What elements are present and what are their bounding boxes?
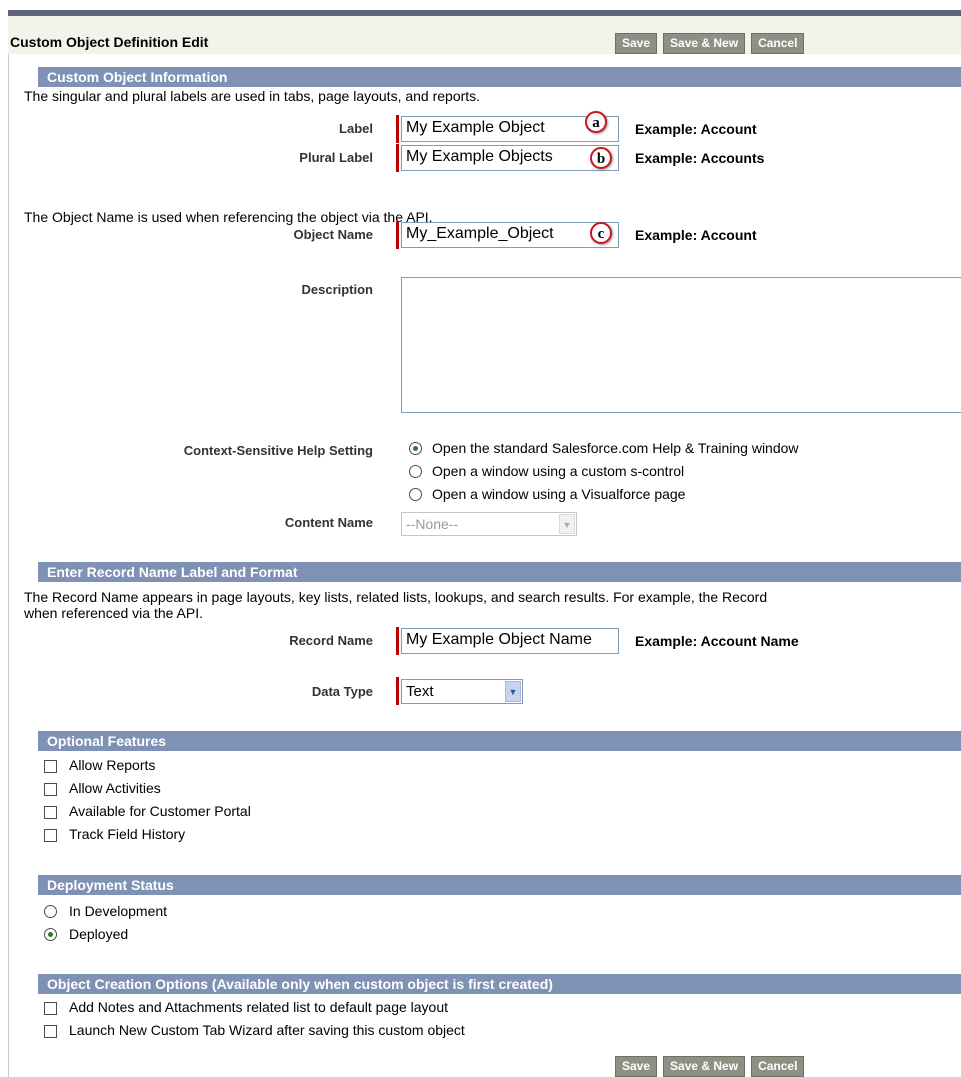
- description-field-label: Description: [301, 282, 373, 297]
- deployed-radio[interactable]: [44, 928, 57, 941]
- record-name-example: Example: Account Name: [635, 633, 799, 649]
- section-object-creation-options: Object Creation Options (Available only …: [38, 974, 961, 994]
- track-field-history-checkbox[interactable]: [44, 829, 57, 842]
- bottom-button-bar: Save Save & New Cancel: [615, 1056, 805, 1077]
- help-option-standard-radio[interactable]: [409, 442, 422, 455]
- object-name-input[interactable]: My_Example_Object: [401, 222, 619, 248]
- data-type-select[interactable]: Text ▼: [401, 679, 523, 704]
- plural-label-field-label: Plural Label: [299, 150, 373, 165]
- page-title: Custom Object Definition Edit: [10, 34, 209, 50]
- checkbox-label: Launch New Custom Tab Wizard after savin…: [69, 1022, 465, 1038]
- record-name-intro: The Record Name appears in page layouts,…: [24, 589, 768, 605]
- content-name-label: Content Name: [284, 515, 373, 530]
- section-deployment-status: Deployment Status: [38, 875, 961, 895]
- section-record-name: Enter Record Name Label and Format: [38, 562, 961, 582]
- checkbox-label: Available for Customer Portal: [69, 803, 251, 819]
- data-type-label: Data Type: [311, 684, 373, 699]
- allow-reports-checkbox[interactable]: [44, 760, 57, 773]
- plural-label-input[interactable]: My Example Objects: [401, 145, 619, 171]
- launch-tab-wizard-checkbox[interactable]: [44, 1025, 57, 1038]
- checkbox-label: Track Field History: [69, 826, 186, 842]
- customer-portal-checkbox[interactable]: [44, 806, 57, 819]
- api-intro-text: The Object Name is used when referencing…: [24, 209, 433, 225]
- content-name-select[interactable]: --None-- ▼: [401, 512, 577, 536]
- section-custom-object-information: Custom Object Information: [38, 67, 961, 87]
- record-name-input[interactable]: My Example Object Name: [401, 628, 619, 654]
- help-option-label: Open a window using a custom s-control: [432, 463, 685, 479]
- save-and-new-button[interactable]: Save & New: [663, 33, 746, 54]
- save-and-new-button[interactable]: Save & New: [663, 1056, 746, 1077]
- plural-label-example: Example: Accounts: [635, 150, 765, 166]
- allow-activities-checkbox[interactable]: [44, 783, 57, 796]
- required-marker: [396, 115, 399, 143]
- top-button-bar: Save Save & New Cancel: [615, 33, 805, 54]
- object-name-field-label: Object Name: [293, 227, 373, 242]
- required-marker: [396, 677, 399, 705]
- checkbox-label: Allow Reports: [69, 757, 156, 773]
- chevron-down-icon: ▼: [505, 681, 521, 702]
- add-notes-checkbox[interactable]: [44, 1002, 57, 1015]
- label-example: Example: Account: [635, 121, 757, 137]
- object-name-example: Example: Account: [635, 227, 757, 243]
- cancel-button[interactable]: Cancel: [751, 1056, 805, 1077]
- radio-label: In Development: [69, 903, 168, 919]
- label-field-label: Label: [339, 121, 373, 136]
- content-name-value: --None--: [406, 516, 459, 532]
- required-marker: [396, 221, 399, 249]
- help-option-label: Open the standard Salesforce.com Help & …: [432, 440, 799, 456]
- data-type-value: Text: [406, 683, 434, 700]
- help-setting-label: Context-Sensitive Help Setting: [183, 443, 373, 458]
- checkbox-label: Add Notes and Attachments related list t…: [69, 999, 449, 1015]
- cancel-button[interactable]: Cancel: [751, 33, 805, 54]
- help-option-label: Open a window using a Visualforce page: [432, 486, 686, 502]
- callout-a: a: [585, 111, 607, 133]
- help-option-scontrol-radio[interactable]: [409, 465, 422, 478]
- radio-label: Deployed: [69, 926, 129, 942]
- save-button[interactable]: Save: [615, 1056, 658, 1077]
- callout-c: c: [590, 222, 612, 244]
- in-development-radio[interactable]: [44, 905, 57, 918]
- chevron-down-icon: ▼: [559, 514, 575, 534]
- labels-intro-text: The singular and plural labels are used …: [24, 88, 481, 104]
- checkbox-label: Allow Activities: [69, 780, 161, 796]
- required-marker: [396, 627, 399, 655]
- record-name-intro-continued: when referenced via the API.: [24, 605, 203, 621]
- help-option-visualforce-radio[interactable]: [409, 488, 422, 501]
- section-optional-features: Optional Features: [38, 731, 961, 751]
- save-button[interactable]: Save: [615, 33, 658, 54]
- description-textarea[interactable]: [401, 277, 961, 413]
- required-marker: [396, 144, 399, 172]
- callout-b: b: [590, 147, 612, 169]
- record-name-field-label: Record Name: [289, 633, 373, 648]
